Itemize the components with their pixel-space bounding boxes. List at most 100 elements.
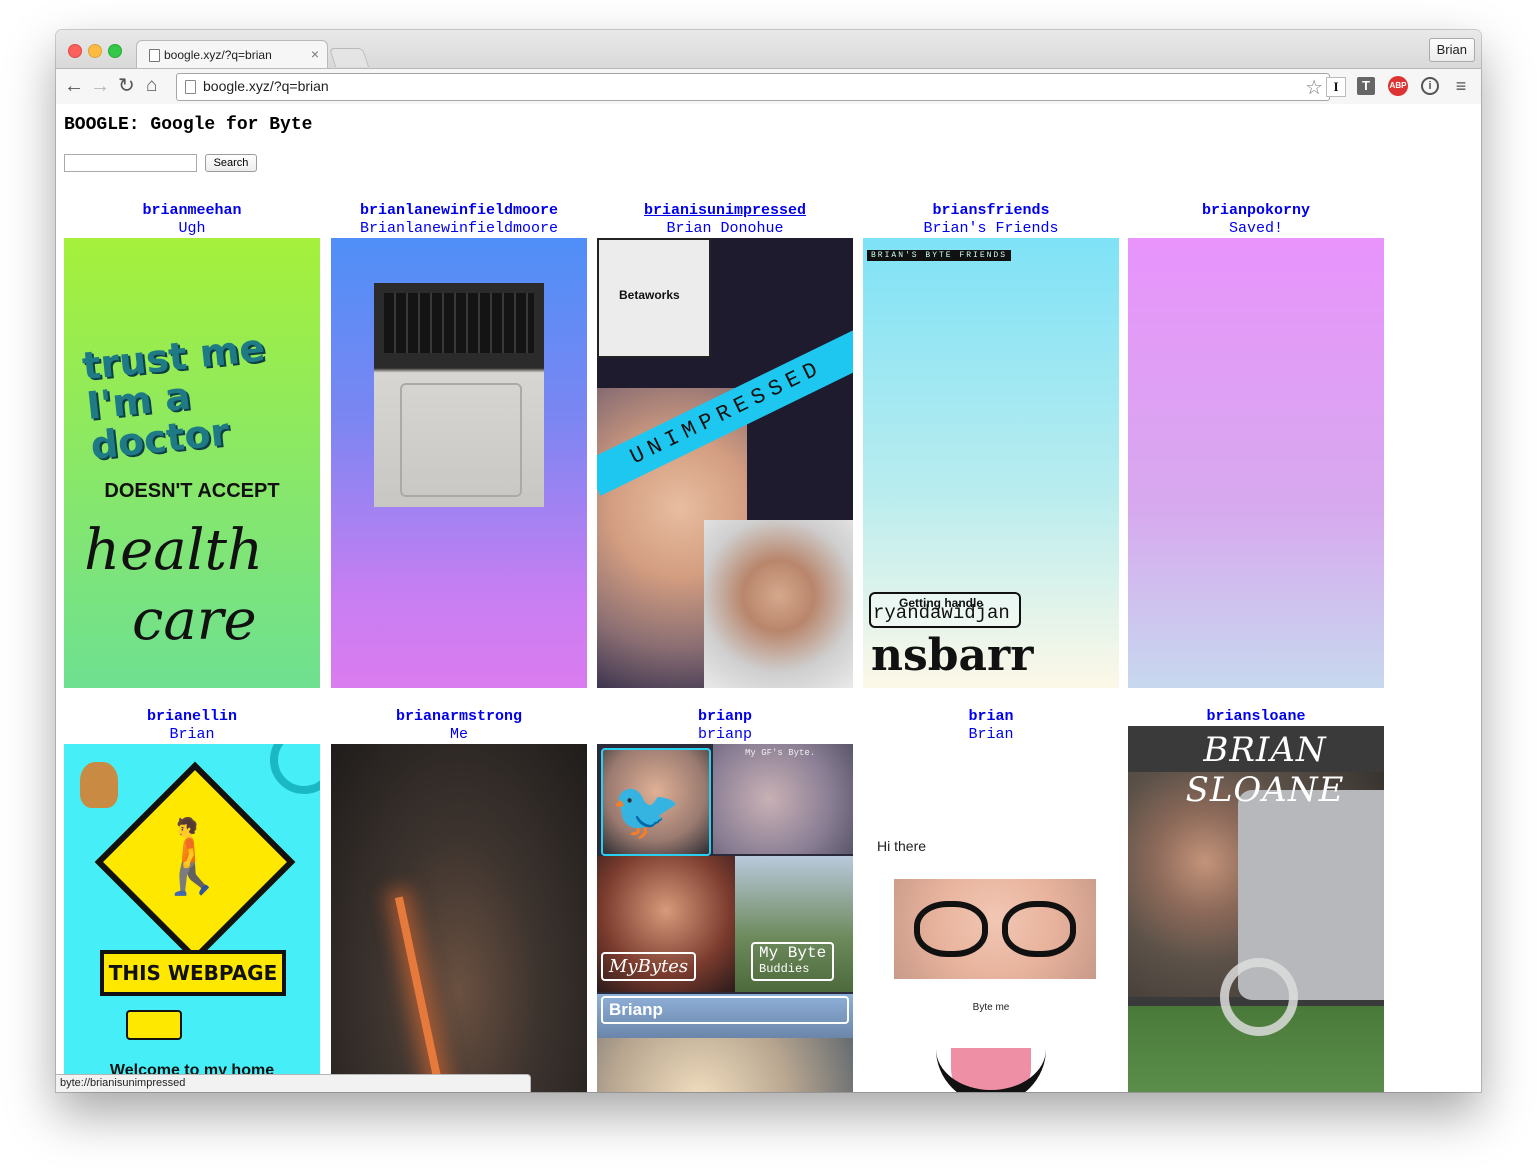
result-username-link[interactable]: brianmeehan	[64, 202, 320, 220]
instapaper-extension-icon[interactable]: I	[1326, 77, 1346, 97]
thumb-caption: BRIAN'S BYTE FRIENDS	[867, 250, 1012, 261]
minimize-window-button[interactable]	[88, 44, 102, 58]
thumb-caption: Brianp	[601, 996, 849, 1024]
thumb-caption: MyBytes	[601, 952, 697, 981]
page-icon	[185, 80, 196, 94]
face-photo	[894, 879, 1096, 979]
search-input[interactable]	[64, 154, 197, 172]
result-display-name: Ugh	[178, 220, 206, 237]
handle-box: ryandawidjan Getting handle	[869, 592, 1021, 628]
keyboard-image	[384, 293, 534, 353]
result-username-link[interactable]: brianellin	[64, 708, 320, 726]
result-display-name: Brian	[169, 726, 215, 743]
result-display-name: Brian's Friends	[923, 220, 1059, 237]
dog-photo	[597, 1038, 853, 1092]
page-title: BOOGLE: Google for Byte	[64, 115, 313, 135]
page-viewport: BOOGLE: Google for Byte Search brianmeeh…	[56, 104, 1481, 1092]
result-username-link[interactable]: brianp	[597, 708, 853, 726]
adblock-plus-icon[interactable]: ABP	[1388, 76, 1408, 96]
result-card: brianellin Brian 🚶 THIS WEBPAGE Welcome …	[64, 708, 320, 1092]
result-thumbnail[interactable]: Hi there Byte me	[863, 744, 1119, 1092]
address-bar[interactable]: boogle.xyz/?q=brian ☆	[176, 73, 1330, 101]
result-thumbnail[interactable]: BRIAN'S BYTE FRIENDS ryandawidjan Gettin…	[863, 238, 1119, 688]
result-display-name: Brian	[968, 726, 1014, 743]
thumb-caption: Byte me	[972, 1002, 1010, 1013]
thumb-caption: health	[84, 518, 264, 583]
thumb-caption: trust me I'm a doctor	[80, 325, 268, 468]
menu-icon[interactable]: ≡	[1452, 77, 1470, 95]
result-display-name: Me	[449, 726, 468, 743]
info-extension-icon[interactable]: i	[1421, 77, 1439, 95]
result-card: briansloane BRIAN SLOANE	[1128, 708, 1384, 1092]
result-username-link[interactable]: briansloane	[1128, 708, 1384, 726]
elderly-person-icon: 🚶	[147, 817, 237, 897]
thumb-caption: DOESN'T ACCEPT	[104, 480, 280, 502]
thumb-caption: My Byte Buddies	[751, 942, 835, 981]
toolbar: ← → ↻ ⌂ boogle.xyz/?q=brian ☆ I T ABP i …	[56, 68, 1481, 105]
search-button[interactable]: Search	[205, 154, 257, 172]
result-display-name: Saved!	[1228, 220, 1283, 237]
status-bar-url: byte://brianisunimpressed	[56, 1074, 531, 1092]
t-extension-icon[interactable]: T	[1357, 77, 1375, 95]
ring-graphic	[270, 744, 320, 794]
result-thumbnail[interactable]	[331, 744, 587, 1092]
twitter-bird-icon: 🐦	[611, 779, 681, 842]
back-arrow-icon[interactable]: ←	[64, 75, 84, 97]
face-photo	[713, 744, 853, 854]
result-card: brian Brian Hi there Byte me	[863, 708, 1119, 1092]
trackpad-image	[400, 383, 522, 497]
result-card: brianlanewinfieldmoore Brianlanewinfield…	[331, 202, 587, 688]
result-username-link[interactable]: brianarmstrong	[331, 708, 587, 726]
address-text[interactable]: boogle.xyz/?q=brian	[203, 78, 329, 94]
result-username-link[interactable]: briansfriends	[863, 202, 1119, 220]
result-thumbnail[interactable]: BRIAN SLOANE	[1128, 726, 1384, 1092]
result-card: brianpokorny Saved!	[1128, 202, 1384, 688]
result-username-link[interactable]: brian	[863, 708, 1119, 726]
betaworks-sticker: Betaworks	[597, 238, 711, 358]
result-thumbnail[interactable]	[1128, 238, 1384, 688]
face-photo	[704, 520, 853, 688]
reload-icon[interactable]: ↻	[118, 75, 135, 97]
thumb-caption: nsbarr	[871, 630, 1034, 681]
glasses-graphic	[1002, 901, 1076, 957]
forward-arrow-icon[interactable]: →	[90, 75, 110, 97]
result-card: brianarmstrong Me	[331, 708, 587, 1092]
result-display-name: brianp	[697, 726, 752, 743]
result-thumbnail[interactable]	[331, 238, 587, 688]
thumb-caption: care	[132, 588, 257, 653]
laptop-photo	[374, 283, 544, 507]
result-card: brianisunimpressed Brian Donohue Betawor…	[597, 202, 853, 688]
result-thumbnail[interactable]: 🚶 THIS WEBPAGE Welcome to my home	[64, 744, 320, 1092]
result-card: brianp brianp 🐦 My GF's Byte. MyBytes My…	[597, 708, 853, 1092]
tab-boogle[interactable]: boogle.xyz/?q=brian ×	[136, 40, 328, 69]
result-username-link[interactable]: brianpokorny	[1128, 202, 1384, 220]
result-username-link[interactable]: brianisunimpressed	[597, 202, 853, 220]
pottery-graphic	[80, 762, 118, 808]
close-window-button[interactable]	[68, 44, 82, 58]
result-thumbnail[interactable]: 🐦 My GF's Byte. MyBytes My Byte Buddies B…	[597, 744, 853, 1092]
bulldozer-graphic	[126, 1010, 182, 1040]
lightning-graphic	[394, 896, 466, 1092]
thumb-caption: THIS WEBPAGE	[100, 950, 286, 996]
result-card: brianmeehan Ugh trust me I'm a doctor DOE…	[64, 202, 320, 688]
profile-button[interactable]: Brian	[1428, 38, 1475, 62]
tab-strip: boogle.xyz/?q=brian × Brian	[56, 30, 1481, 69]
result-thumbnail[interactable]: Betaworks UNIMPRESSED	[597, 238, 853, 688]
page-icon	[149, 49, 160, 62]
bookmark-star-icon[interactable]: ☆	[1305, 75, 1323, 100]
result-thumbnail[interactable]: trust me I'm a doctor DOESN'T ACCEPT heal…	[64, 238, 320, 688]
result-username-link[interactable]: brianlanewinfieldmoore	[331, 202, 587, 220]
camera-ring-icon	[1220, 958, 1298, 1036]
result-card: briansfriends Brian's Friends BRIAN'S BY…	[863, 202, 1119, 688]
result-display-name: Brianlanewinfieldmoore	[359, 220, 559, 237]
zoom-window-button[interactable]	[108, 44, 122, 58]
glasses-graphic	[914, 901, 988, 957]
tab-title: boogle.xyz/?q=brian	[164, 48, 272, 62]
home-icon[interactable]: ⌂	[146, 75, 157, 97]
thumb-caption: My GF's Byte.	[745, 748, 816, 758]
thumb-caption: Hi there	[877, 838, 927, 854]
new-tab-button[interactable]	[328, 48, 370, 67]
mouth-graphic	[936, 1020, 1046, 1092]
result-display-name: Brian Donohue	[666, 220, 784, 237]
tab-close-icon[interactable]: ×	[311, 46, 319, 62]
